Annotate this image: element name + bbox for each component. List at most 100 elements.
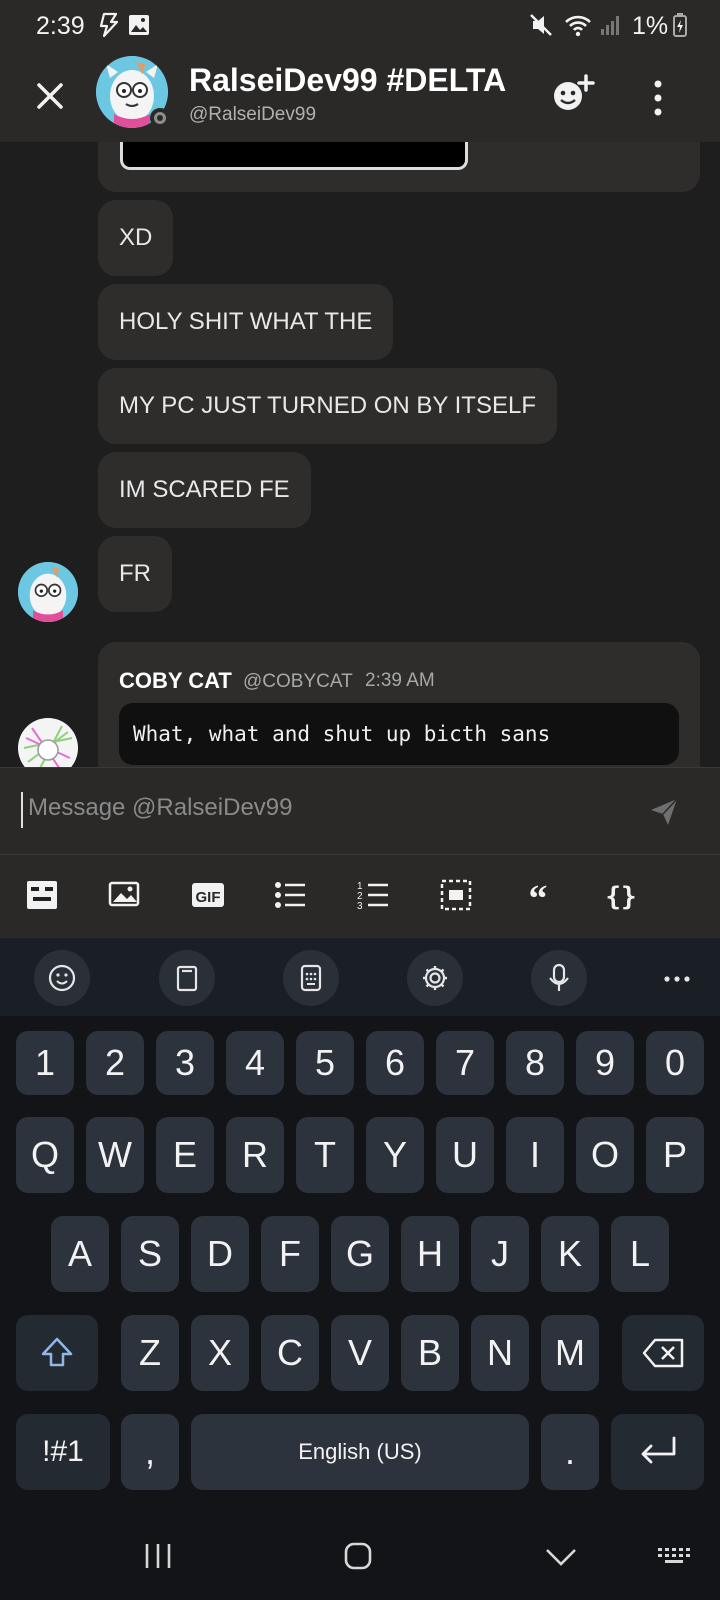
more-vertical-icon[interactable] [640,76,676,120]
mute-icon [530,14,552,36]
key-u[interactable]: U [436,1117,494,1193]
microphone-icon[interactable] [531,950,587,1006]
message-composer[interactable]: Message @RalseiDev99 [0,767,720,855]
image-notification-icon [129,15,149,35]
key-h[interactable]: H [401,1216,459,1292]
key-i[interactable]: I [506,1117,564,1193]
more-horizontal-icon[interactable] [662,964,692,994]
message-timestamp: 2:39 AM [365,670,435,691]
clipboard-icon[interactable] [159,950,215,1006]
code-label: {} [605,882,636,912]
message-bubble[interactable]: HOLY SHIT WHAT THE [98,284,394,360]
key-y[interactable]: Y [366,1117,424,1193]
message-bubble[interactable]: XD [98,200,174,276]
gif-label: GIF [196,889,221,906]
dm-header: RalseiDev99 #DELTA @RalseiDev99 [0,52,720,142]
message-bubble[interactable]: IM SCARED FE [98,452,311,528]
chevron-down-icon[interactable] [543,1538,579,1574]
key-f[interactable]: F [261,1216,319,1292]
key-c[interactable]: C [261,1315,319,1391]
key-5[interactable]: 5 [296,1031,354,1095]
message-card[interactable]: COBY CAT @COBYCAT 2:39 AM What, what and… [98,642,700,767]
recent-apps-icon[interactable] [140,1538,176,1574]
author-name[interactable]: COBY CAT [119,668,232,694]
select-all-icon[interactable] [438,877,474,913]
battery-percent: 1% [632,12,669,40]
enter-key[interactable] [611,1414,704,1490]
status-bar: 2:39 1% [0,0,720,52]
spoiler-icon[interactable] [24,877,60,913]
key-v[interactable]: V [331,1315,389,1391]
image-icon[interactable] [107,877,143,913]
keyboard-mode-icon[interactable] [283,950,339,1006]
quote-label: “ [529,878,548,913]
key-s[interactable]: S [121,1216,179,1292]
key-p[interactable]: P [646,1117,704,1193]
key-t[interactable]: T [296,1117,354,1193]
key-a[interactable]: A [51,1216,109,1292]
key-m[interactable]: M [541,1315,599,1391]
key-g[interactable]: G [331,1216,389,1292]
shift-icon [41,1337,73,1367]
page-title[interactable]: RalseiDev99 #DELTA [189,62,511,99]
enter-icon [641,1436,675,1464]
key-o[interactable]: O [576,1117,634,1193]
key-3[interactable]: 3 [156,1031,214,1095]
svg-text:3: 3 [357,901,363,912]
key-l[interactable]: L [611,1216,669,1292]
signal-icon [601,16,619,35]
key-4[interactable]: 4 [226,1031,284,1095]
key-0[interactable]: 0 [646,1031,704,1095]
key-n[interactable]: N [471,1315,529,1391]
wifi-icon [565,15,591,37]
home-icon[interactable] [340,1538,376,1574]
text-caret [21,792,23,828]
key-w[interactable]: W [86,1117,144,1193]
message-input[interactable]: Message @RalseiDev99 [28,794,292,822]
shift-key[interactable] [16,1315,98,1391]
key-e[interactable]: E [156,1117,214,1193]
key-x[interactable]: X [191,1315,249,1391]
add-friend-icon[interactable] [548,72,598,116]
avatar[interactable] [18,718,78,767]
key-j[interactable]: J [471,1216,529,1292]
backspace-key[interactable] [622,1315,704,1391]
embedded-image[interactable] [120,142,468,170]
key-r[interactable]: R [226,1117,284,1193]
gif-icon[interactable]: GIF [190,877,226,913]
message-bubble[interactable]: FR [98,536,172,612]
avatar[interactable] [18,562,78,622]
key-7[interactable]: 7 [436,1031,494,1095]
message-bubble[interactable]: MY PC JUST TURNED ON BY ITSELF [98,368,557,444]
backspace-icon [642,1338,684,1368]
key-d[interactable]: D [191,1216,249,1292]
key-2[interactable]: 2 [86,1031,144,1095]
keyboard-toolbar [0,938,720,1016]
quote-icon[interactable]: “ [520,877,556,913]
send-icon[interactable] [648,796,680,828]
key-b[interactable]: B [401,1315,459,1391]
symbols-key[interactable]: !#1 [16,1414,110,1490]
bullet-list-icon[interactable] [272,877,308,913]
key-q[interactable]: Q [16,1117,74,1193]
code-braces-icon[interactable]: {} [603,877,639,913]
key-z[interactable]: Z [121,1315,179,1391]
keyboard: 1 2 3 4 5 6 7 8 9 0 Q W E R T Y U I O P … [0,1016,720,1510]
key-k[interactable]: K [541,1216,599,1292]
settings-icon[interactable] [407,950,463,1006]
code-block: What, what and shut up bicth sans [119,703,679,765]
offline-status-icon [150,108,170,128]
close-icon[interactable] [28,74,72,118]
format-toolbar: GIF 1 2 3 “ {} [0,855,720,938]
emoji-icon[interactable] [34,950,90,1006]
key-9[interactable]: 9 [576,1031,634,1095]
key-6[interactable]: 6 [366,1031,424,1095]
message-list[interactable]: XD HOLY SHIT WHAT THE MY PC JUST TURNED … [0,142,720,767]
period-key[interactable]: . [541,1414,599,1490]
space-key[interactable]: English (US) [191,1414,529,1490]
keyboard-switch-icon[interactable] [656,1538,692,1574]
key-8[interactable]: 8 [506,1031,564,1095]
numbered-list-icon[interactable]: 1 2 3 [355,877,391,913]
comma-key[interactable]: , [121,1414,179,1490]
key-1[interactable]: 1 [16,1031,74,1095]
